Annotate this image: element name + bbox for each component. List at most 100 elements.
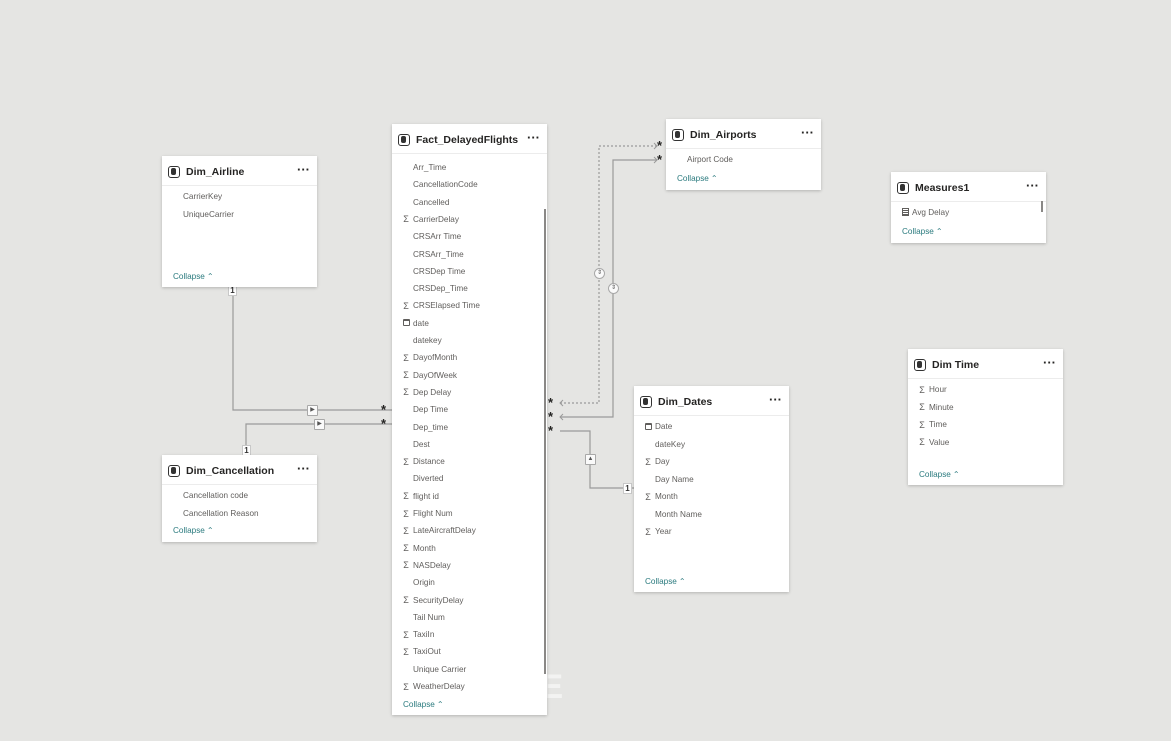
field-row[interactable]: CarrierKey [162, 188, 317, 205]
field-row[interactable]: Origin [392, 574, 547, 591]
vertical-scrollbar[interactable] [1041, 201, 1043, 212]
field-row[interactable]: Date [634, 418, 789, 435]
table-header[interactable]: Measures1 ··· [891, 175, 1046, 202]
collapse-button[interactable]: Collapse ⌃ [403, 700, 444, 709]
filter-direction-both-icon[interactable]: ⇕ [594, 268, 605, 279]
field-row[interactable]: Σ Time [908, 416, 1063, 433]
table-header[interactable]: Dim_Airline ··· [162, 159, 317, 186]
table-icon [168, 465, 180, 477]
sigma-icon: Σ [403, 646, 409, 657]
table-header[interactable]: Dim_Cancellation ··· [162, 458, 317, 485]
table-header[interactable]: Fact_DelayedFlights ··· [392, 127, 547, 154]
field-row[interactable]: Month Name [634, 506, 789, 523]
field-name: Day [655, 457, 670, 466]
field-row[interactable]: datekey [392, 332, 547, 349]
field-row[interactable]: Arr_Time [392, 159, 547, 176]
filter-direction-right-icon[interactable]: ▶ [307, 405, 318, 416]
field-row[interactable]: Dest [392, 436, 547, 453]
field-row[interactable]: Avg Delay [891, 204, 1046, 221]
field-row[interactable]: Σ TaxiIn [392, 626, 547, 643]
field-row[interactable]: Σ Value [908, 434, 1063, 451]
filter-direction-up-icon[interactable]: ▲ [585, 454, 596, 465]
more-options-icon[interactable]: ··· [1043, 356, 1056, 369]
field-row[interactable]: Unique Carrier [392, 661, 547, 678]
field-type-icon: Σ [400, 353, 412, 363]
field-type-icon: Σ [642, 527, 654, 537]
model-view-canvas[interactable]: 1 1 1 * * * * * * * ▶ ▶ ⇕ ⇕ ▲ CE Dim_Air… [0, 0, 1171, 741]
field-row[interactable]: Dep_time [392, 419, 547, 436]
table-card-dim-cancellation[interactable]: Dim_Cancellation ··· Cancellation code Canc… [162, 455, 317, 542]
collapse-button[interactable]: Collapse ⌃ [902, 227, 943, 236]
table-card-dim-airports[interactable]: Dim_Airports ··· Airport Code Collapse ⌃ [666, 119, 821, 190]
field-list: CarrierKey UniqueCarrier [162, 185, 317, 270]
field-row[interactable]: Σ TaxiOut [392, 643, 547, 660]
field-row[interactable]: UniqueCarrier [162, 206, 317, 223]
field-row[interactable]: Σ Flight Num [392, 505, 547, 522]
collapse-button[interactable]: Collapse ⌃ [919, 470, 960, 479]
table-header[interactable]: Dim_Dates ··· [634, 389, 789, 416]
collapse-button[interactable]: Collapse ⌃ [677, 174, 718, 183]
more-options-icon[interactable]: ··· [297, 163, 310, 176]
field-row[interactable]: Σ WeatherDelay [392, 678, 547, 695]
collapse-button[interactable]: Collapse ⌃ [645, 577, 686, 586]
field-row[interactable]: Cancellation code [162, 487, 317, 504]
table-header[interactable]: Dim Time ··· [908, 352, 1063, 379]
field-row[interactable]: CRSArr Time [392, 228, 547, 245]
table-header[interactable]: Dim_Airports ··· [666, 122, 821, 149]
field-row[interactable]: date [392, 315, 547, 332]
field-row[interactable]: Σ DayOfWeek [392, 367, 547, 384]
field-row[interactable]: Airport Code [666, 151, 821, 168]
cardinality-many-marker: * [548, 423, 554, 438]
field-row[interactable]: Tail Num [392, 609, 547, 626]
field-row[interactable]: CRSArr_Time [392, 246, 547, 263]
table-card-fact-delayedflights[interactable]: Fact_DelayedFlights ··· Arr_Time Cancellati… [392, 124, 547, 715]
more-options-icon[interactable]: ··· [297, 462, 310, 475]
more-options-icon[interactable]: ··· [801, 126, 814, 139]
field-row[interactable]: Σ CRSElapsed Time [392, 297, 547, 314]
field-row[interactable]: Σ Minute [908, 399, 1063, 416]
field-row[interactable]: Σ SecurityDelay [392, 592, 547, 609]
field-row[interactable]: CRSDep_Time [392, 280, 547, 297]
field-row[interactable]: Cancellation Reason [162, 505, 317, 522]
filter-direction-right-icon[interactable]: ▶ [314, 419, 325, 430]
field-row[interactable]: Σ Year [634, 523, 789, 540]
field-row[interactable]: Cancelled [392, 194, 547, 211]
field-row[interactable]: Σ Month [392, 540, 547, 557]
collapse-button[interactable]: Collapse ⌃ [173, 272, 214, 281]
table-card-dim-airline[interactable]: Dim_Airline ··· CarrierKey UniqueCarrier Col… [162, 156, 317, 287]
more-options-icon[interactable]: ··· [1026, 179, 1039, 192]
field-row[interactable]: Σ Day [634, 453, 789, 470]
field-name: CarrierDelay [413, 214, 459, 224]
field-row[interactable]: Σ LateAircraftDelay [392, 522, 547, 539]
collapse-button[interactable]: Collapse ⌃ [173, 526, 214, 535]
field-row[interactable]: Σflight id [392, 488, 547, 505]
table-card-dim-time[interactable]: Dim Time ··· Σ Hour Σ Minute Σ Time Σ Value Collap… [908, 349, 1063, 485]
field-row[interactable]: Σ Dep Delay [392, 384, 547, 401]
field-name: Dest [413, 439, 430, 449]
table-card-measures1[interactable]: Measures1 ··· Avg Delay Collapse ⌃ [891, 172, 1046, 243]
field-row[interactable]: Σ CarrierDelay [392, 211, 547, 228]
more-options-icon[interactable]: ··· [769, 393, 782, 406]
field-row[interactable]: Day Name [634, 471, 789, 488]
table-name: Dim_Cancellation [186, 465, 275, 477]
relationship-line-dates [560, 430, 634, 489]
field-type-icon: Σ [642, 457, 654, 467]
vertical-scrollbar[interactable] [544, 209, 546, 674]
field-row[interactable]: Σ NASDelay [392, 557, 547, 574]
relationship-line-airports-inactive [560, 145, 657, 404]
collapse-label: Collapse [919, 470, 951, 479]
table-card-dim-dates[interactable]: Dim_Dates ··· Date dateKey Σ Day Day Name Σ Mont… [634, 386, 789, 592]
field-row[interactable]: Dep Time [392, 401, 547, 418]
field-row[interactable]: CRSDep Time [392, 263, 547, 280]
field-row[interactable]: Σ DayofMonth [392, 349, 547, 366]
field-row[interactable]: Σ Hour [908, 381, 1063, 398]
field-row[interactable]: Σ Distance [392, 453, 547, 470]
field-name: WeatherDelay [413, 682, 465, 691]
field-row[interactable]: CancellationCode [392, 176, 547, 193]
field-name: Cancellation Reason [183, 508, 259, 518]
field-row[interactable]: Diverted [392, 470, 547, 487]
more-options-icon[interactable]: ··· [527, 131, 540, 144]
field-row[interactable]: dateKey [634, 436, 789, 453]
filter-direction-both-icon[interactable]: ⇕ [608, 283, 619, 294]
field-row[interactable]: Σ Month [634, 488, 789, 505]
